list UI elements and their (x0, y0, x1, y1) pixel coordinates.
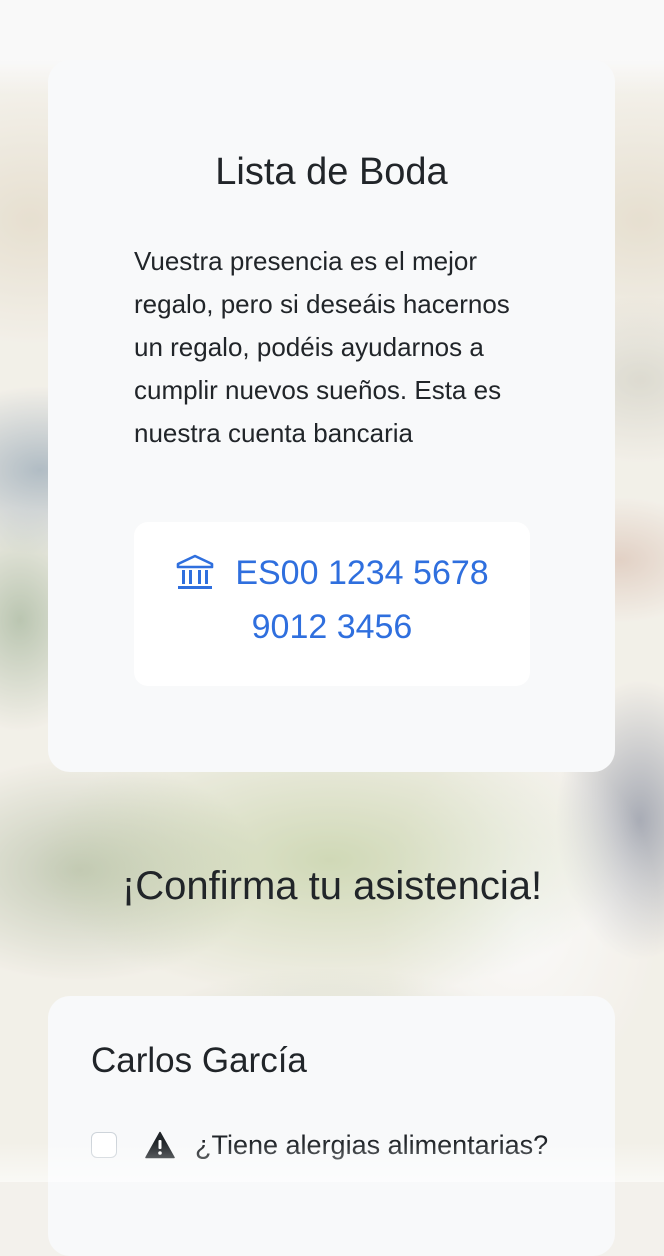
guest-name: Carlos García (91, 1041, 307, 1080)
guest-card: Carlos García ¿Tiene alergias alimentari… (48, 996, 615, 1256)
iban-text-part-1: ES00 1234 5678 (235, 554, 489, 592)
bank-icon (177, 554, 214, 589)
bottom-fade (0, 1142, 664, 1182)
iban-text-part-2: 9012 3456 (251, 608, 413, 646)
rsvp-title: ¡Confirma tu asistencia! (121, 864, 543, 908)
bank-account-box[interactable]: ES00 1234 5678 9012 3456 (134, 522, 530, 686)
bank-account-line-1: ES00 1234 5678 (134, 546, 530, 600)
gift-registry-title: Lista de Boda (215, 151, 448, 193)
gift-registry-message: Vuestra presencia es el mejor regalo, pe… (134, 246, 510, 448)
gift-registry-card: Lista de Boda Vuestra presencia es el me… (48, 60, 615, 772)
